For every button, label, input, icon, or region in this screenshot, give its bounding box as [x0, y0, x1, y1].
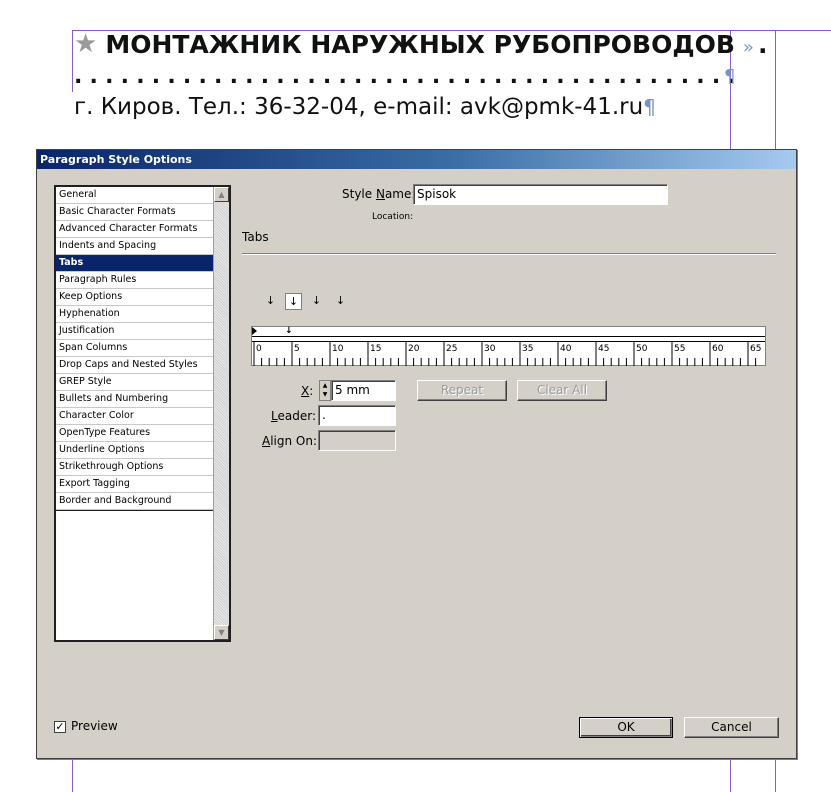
checkmark-icon: ✓ [55, 720, 65, 733]
star-icon: ★ [74, 29, 98, 59]
pilcrow-icon: ¶ [724, 66, 736, 87]
category-item[interactable]: Basic Character Formats [56, 204, 214, 221]
ruler-tick-label: 40 [560, 344, 572, 354]
tab-marker-icon: » [742, 36, 754, 58]
cancel-button[interactable]: Cancel [684, 717, 779, 738]
tab-ruler[interactable]: ↓ 0 5 10 15 20 25 30 35 40 45 50 55 60 65 [251, 326, 766, 366]
category-item[interactable]: Export Tagging [56, 476, 214, 493]
ruler-tick-label: 35 [522, 344, 533, 354]
ruler-tick-label: 5 [294, 344, 300, 354]
align-to-decimal-tab-button[interactable]: ↓ [332, 293, 349, 310]
ruler-ticks: 0 5 10 15 20 25 30 35 40 45 50 55 60 65 [253, 342, 761, 366]
ruler-tick-label: 30 [484, 344, 496, 354]
ruler-tick-label: 15 [370, 344, 381, 354]
category-item[interactable]: Drop Caps and Nested Styles [56, 357, 214, 374]
scroll-up-button[interactable]: ▲ [214, 187, 229, 202]
ruler-tick-label: 50 [636, 344, 648, 354]
bleed-guide-right [775, 30, 776, 150]
category-item[interactable]: Justification [56, 323, 214, 340]
x-position-stepper[interactable]: ▲ ▼ [319, 380, 331, 401]
ruler-tick-label: 60 [712, 344, 724, 354]
category-item[interactable]: Tabs [56, 255, 214, 272]
style-name-label: Style Name: [342, 187, 416, 201]
paragraph-style-options-dialog: Paragraph Style Options General Basic Cha… [36, 149, 797, 759]
category-item[interactable]: Strikethrough Options [56, 459, 214, 476]
category-item[interactable]: OpenType Features [56, 425, 214, 442]
category-list[interactable]: General Basic Character Formats Advanced C… [54, 185, 231, 642]
preview-checkbox[interactable]: ✓ [54, 721, 66, 733]
margin-guide-right-bottom [730, 760, 731, 792]
contact-text: г. Киров. Тел.: 36-32-04, e-mail: avk@pm… [74, 94, 644, 120]
stepper-down-icon[interactable]: ▼ [320, 390, 330, 399]
x-position-input[interactable]: 5 mm [331, 380, 396, 401]
ok-button[interactable]: OK [579, 717, 673, 738]
ruler-tick-label: 55 [674, 344, 685, 354]
x-position-label: X: [301, 384, 314, 398]
heading-trail: ». [742, 29, 768, 59]
category-item[interactable]: Span Columns [56, 340, 214, 357]
category-item[interactable]: Paragraph Rules [56, 272, 214, 289]
location-label: Location: [372, 212, 414, 222]
list-end-divider [56, 510, 214, 511]
category-item[interactable]: Bullets and Numbering [56, 391, 214, 408]
category-item[interactable]: GREP Style [56, 374, 214, 391]
category-items: General Basic Character Formats Advanced C… [56, 187, 229, 510]
stepper-up-icon[interactable]: ▲ [320, 381, 330, 390]
category-item[interactable]: Underline Options [56, 442, 214, 459]
indent-marker-icon[interactable] [252, 327, 257, 335]
ruler-tick-label: 0 [256, 344, 262, 354]
align-on-input[interactable] [318, 430, 396, 451]
tab-leader-dots: ........................................… [74, 66, 734, 88]
margin-guide-left-bottom [72, 760, 73, 792]
category-item[interactable]: Keep Options [56, 289, 214, 306]
heading-text: МОНТАЖНИК НАРУЖНЫХ РУБОПРОВОДОВ [105, 29, 735, 59]
style-name-input[interactable]: Spisok [413, 184, 668, 205]
category-item[interactable]: Hyphenation [56, 306, 214, 323]
preview-label[interactable]: Preview [71, 719, 118, 733]
category-item[interactable]: Advanced Character Formats [56, 221, 214, 238]
category-item[interactable]: Border and Background [56, 493, 214, 510]
ruler-tick-label: 65 [750, 344, 761, 354]
ruler-tick-label: 10 [332, 344, 344, 354]
section-divider [242, 253, 776, 255]
center-justified-tab-button[interactable]: ↓ [285, 293, 302, 310]
section-title: Tabs [242, 230, 269, 244]
right-justified-tab-button[interactable]: ↓ [308, 293, 325, 310]
category-item[interactable]: Indents and Spacing [56, 238, 214, 255]
dialog-titlebar[interactable]: Paragraph Style Options [37, 150, 796, 169]
category-item[interactable]: General [56, 187, 214, 204]
ruler-tick-label: 45 [598, 344, 609, 354]
ruler-tick-label: 20 [408, 344, 420, 354]
bleed-guide-right-bottom [775, 760, 776, 792]
category-scrollbar[interactable]: ▲ ▼ [213, 187, 229, 640]
tab-stop-marker-icon[interactable]: ↓ [285, 327, 293, 337]
align-on-label: Align On: [262, 434, 318, 448]
leader-label: Leader: [271, 409, 316, 423]
document-contact-line[interactable]: г. Киров. Тел.: 36-32-04, e-mail: avk@pm… [74, 94, 656, 124]
leader-input[interactable]: . [318, 405, 396, 426]
margin-guide-left [72, 30, 73, 92]
left-justified-tab-button[interactable]: ↓ [262, 293, 279, 310]
category-item[interactable]: Character Color [56, 408, 214, 425]
document-heading[interactable]: ★ МОНТАЖНИК НАРУЖНЫХ РУБОПРОВОДОВ ». [74, 26, 767, 62]
repeat-button[interactable]: Repeat [417, 380, 507, 401]
tab-stop-strip[interactable]: ↓ [252, 327, 765, 337]
clear-all-button[interactable]: Clear All [517, 380, 607, 401]
scroll-down-button[interactable]: ▼ [214, 625, 229, 640]
ruler-scale: 0 5 10 15 20 25 30 35 40 45 50 55 60 65 [252, 341, 765, 366]
pilcrow-icon: ¶ [643, 95, 656, 119]
ruler-tick-label: 25 [446, 344, 457, 354]
